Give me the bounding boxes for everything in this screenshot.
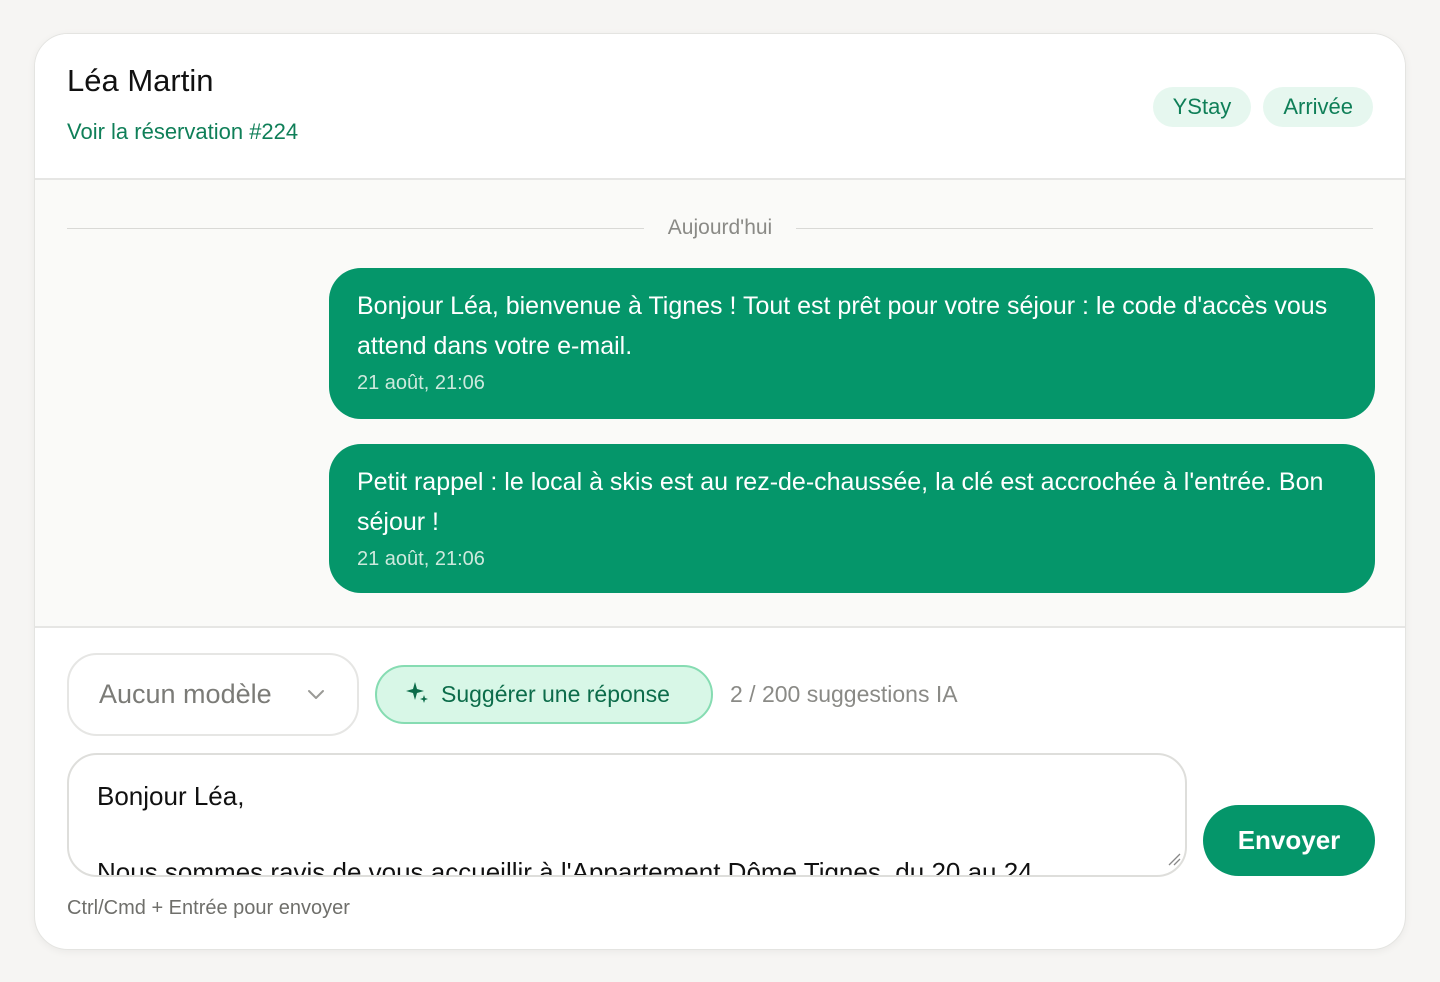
reply-field-wrapper: [67, 753, 1187, 877]
guest-name: Léa Martin: [67, 63, 214, 98]
conversation-panel: Léa Martin Voir la réservation #224 YSta…: [34, 33, 1406, 950]
view-booking-link[interactable]: Voir la réservation #224: [67, 119, 298, 145]
sparkle-icon: [405, 680, 429, 709]
template-select[interactable]: Aucun modèle: [67, 653, 359, 736]
channel-badge: YStay: [1152, 87, 1252, 127]
date-divider-label: Aujourd'hui: [667, 216, 773, 239]
send-button[interactable]: Envoyer: [1203, 805, 1375, 876]
message-text: Petit rappel : le local à skis est au re…: [357, 468, 1324, 536]
message-timestamp: 21 août, 21:06: [357, 372, 485, 394]
message-thread[interactable]: Aujourd'hui Bonjour Léa, bienvenue à Tig…: [35, 180, 1405, 628]
badge-group: YStay Arrivée: [1152, 87, 1373, 127]
ai-quota-counter: 2 / 200 suggestions IA: [730, 681, 958, 707]
conversation-header: Léa Martin Voir la réservation #224 YSta…: [35, 34, 1405, 180]
message-text: Bonjour Léa, bienvenue à Tignes ! Tout e…: [357, 292, 1328, 360]
resize-grip-icon[interactable]: [1167, 852, 1181, 871]
message-bubble: Petit rappel : le local à skis est au re…: [329, 444, 1375, 593]
status-badge: Arrivée: [1263, 87, 1373, 127]
message-bubble: Bonjour Léa, bienvenue à Tignes ! Tout e…: [329, 268, 1375, 419]
reply-textarea[interactable]: [69, 755, 1185, 875]
suggest-reply-label: Suggérer une réponse: [441, 681, 670, 707]
divider-line-right: [796, 227, 1374, 229]
chevron-down-icon: [305, 683, 327, 710]
date-divider: Aujourd'hui: [67, 216, 1374, 240]
message-timestamp: 21 août, 21:06: [357, 548, 485, 570]
template-select-value: Aucun modèle: [99, 679, 272, 709]
shortcut-hint: Ctrl/Cmd + Entrée pour envoyer: [67, 897, 350, 919]
divider-line-left: [67, 227, 644, 229]
reply-composer: Aucun modèle Suggérer une réponse 2 / 20…: [35, 628, 1405, 949]
suggest-reply-button[interactable]: Suggérer une réponse: [375, 665, 713, 724]
